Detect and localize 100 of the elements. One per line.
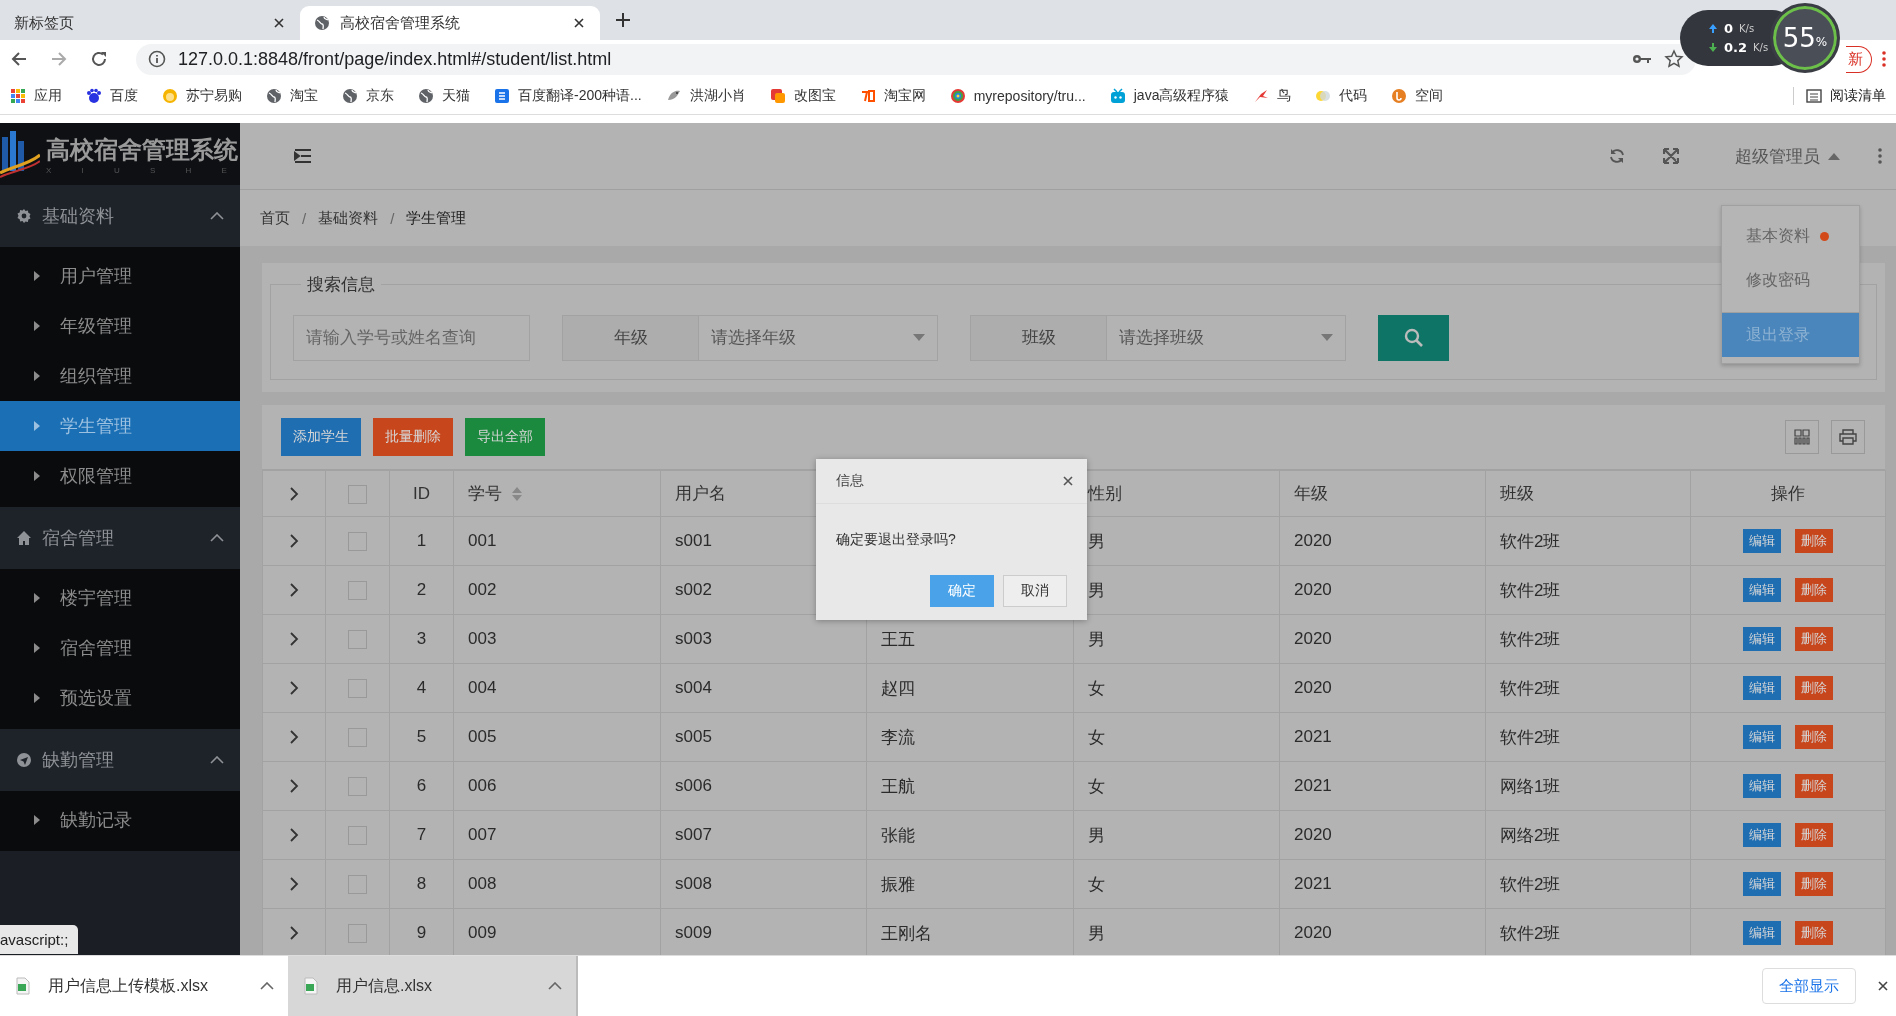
download-item[interactable]: 用户信息.xlsx xyxy=(288,956,578,1016)
delete-button[interactable]: 删除 xyxy=(1795,578,1833,602)
bookmark[interactable]: 淘宝 xyxy=(266,87,318,105)
address-bar[interactable]: 127.0.0.1:8848/front/page/index.html#/student/list.html xyxy=(136,43,1696,75)
edit-button[interactable]: 编辑 xyxy=(1743,578,1781,602)
column-header[interactable]: 学号 xyxy=(468,482,522,505)
chevron-right-icon[interactable] xyxy=(289,730,299,744)
download-item[interactable]: 用户信息上传模板.xlsx xyxy=(0,956,288,1016)
show-all-button[interactable]: 全部显示 xyxy=(1762,968,1856,1004)
dialog-button[interactable]: 取消 xyxy=(1003,575,1067,607)
edit-button[interactable]: 编辑 xyxy=(1743,921,1781,945)
filter-select[interactable]: 班级 请选择班级 xyxy=(970,314,1346,361)
close-icon[interactable] xyxy=(272,16,286,30)
delete-button[interactable]: 删除 xyxy=(1795,774,1833,798)
chevron-up-icon[interactable] xyxy=(548,982,562,990)
bookmark[interactable]: 鸟 xyxy=(1253,87,1292,105)
search-button[interactable] xyxy=(1378,314,1449,361)
bookmark[interactable]: 应用 xyxy=(10,87,62,105)
toolbar-button[interactable]: 添加学生 xyxy=(281,418,361,456)
checkbox[interactable] xyxy=(348,777,367,796)
fullscreen-icon[interactable] xyxy=(1663,148,1679,164)
back-icon[interactable] xyxy=(10,50,28,68)
chevron-up-icon[interactable] xyxy=(260,982,274,990)
dialog-button[interactable]: 确定 xyxy=(930,575,994,607)
menu-item[interactable]: 修改密码 xyxy=(1722,258,1859,302)
close-icon[interactable] xyxy=(572,16,586,30)
menu-icon[interactable] xyxy=(294,148,312,164)
checkbox[interactable] xyxy=(348,826,367,845)
breadcrumb-link[interactable]: 首页 xyxy=(260,208,290,228)
menu-item[interactable]: 组织管理 xyxy=(0,351,240,401)
toolbar-button[interactable]: 导出全部 xyxy=(465,418,545,456)
menu-item[interactable]: 基本资料 xyxy=(1722,214,1859,258)
user-menu-toggle[interactable]: 超级管理员 xyxy=(1735,144,1840,168)
checkbox[interactable] xyxy=(348,924,367,943)
search-field[interactable]: 请输入学号或姓名查询 xyxy=(293,314,530,361)
columns-button[interactable] xyxy=(1785,420,1819,454)
more-icon[interactable] xyxy=(1882,51,1886,67)
checkbox[interactable] xyxy=(348,679,367,698)
edit-button[interactable]: 编辑 xyxy=(1743,823,1781,847)
menu-item[interactable]: 宿舍管理 xyxy=(0,623,240,673)
delete-button[interactable]: 删除 xyxy=(1795,676,1833,700)
chevron-right-icon[interactable] xyxy=(289,828,299,842)
edit-button[interactable]: 编辑 xyxy=(1743,872,1781,896)
checkbox[interactable] xyxy=(348,581,367,600)
delete-button[interactable]: 删除 xyxy=(1795,921,1833,945)
edit-button[interactable]: 编辑 xyxy=(1743,529,1781,553)
delete-button[interactable]: 删除 xyxy=(1795,627,1833,651)
delete-button[interactable]: 删除 xyxy=(1795,529,1833,553)
chevron-right-icon[interactable] xyxy=(289,534,299,548)
bookmark[interactable]: 天猫 xyxy=(418,87,470,105)
chevron-right-icon[interactable] xyxy=(289,632,299,646)
checkbox[interactable] xyxy=(348,630,367,649)
edit-button[interactable]: 编辑 xyxy=(1743,627,1781,651)
edit-button[interactable]: 编辑 xyxy=(1743,676,1781,700)
edit-button[interactable]: 编辑 xyxy=(1743,725,1781,749)
browser-tab[interactable]: 高校宿舍管理系统 xyxy=(300,6,600,40)
bookmark[interactable]: 改图宝 xyxy=(769,87,836,105)
bookmark[interactable]: 京东 xyxy=(342,87,394,105)
new-tab-icon[interactable] xyxy=(614,11,632,29)
chevron-right-icon[interactable] xyxy=(289,926,299,940)
menu-group-header[interactable]: 基础资料 xyxy=(0,185,240,247)
menu-item[interactable]: 学生管理 xyxy=(0,401,240,451)
menu-item[interactable]: 预选设置 xyxy=(0,673,240,723)
more-icon[interactable] xyxy=(1878,148,1882,164)
menu-item[interactable]: 权限管理 xyxy=(0,451,240,501)
info-icon[interactable] xyxy=(148,50,166,68)
delete-button[interactable]: 删除 xyxy=(1795,725,1833,749)
checkbox[interactable] xyxy=(348,728,367,747)
chevron-right-icon[interactable] xyxy=(289,877,299,891)
delete-button[interactable]: 删除 xyxy=(1795,823,1833,847)
print-button[interactable] xyxy=(1831,420,1865,454)
close-icon[interactable] xyxy=(1876,979,1890,993)
checkbox[interactable] xyxy=(348,484,367,504)
menu-item[interactable]: 楼宇管理 xyxy=(0,573,240,623)
checkbox[interactable] xyxy=(348,875,367,894)
bookmark[interactable]: 空间 xyxy=(1391,87,1444,105)
edit-button[interactable]: 编辑 xyxy=(1743,774,1781,798)
bookmark[interactable]: 代码 xyxy=(1315,87,1368,105)
bookmark[interactable]: 洪湖小肖 xyxy=(665,87,746,105)
bookmark[interactable]: java高级程序猿 xyxy=(1109,87,1230,105)
star-icon[interactable] xyxy=(1664,49,1684,69)
chevron-right-icon[interactable] xyxy=(289,681,299,695)
reading-list[interactable]: 阅读清单 xyxy=(1793,87,1886,105)
reload-icon[interactable] xyxy=(90,50,108,68)
bookmark[interactable]: myrepository/tru... xyxy=(949,88,1086,104)
chevron-right-icon[interactable] xyxy=(289,486,299,501)
chevron-right-icon[interactable] xyxy=(289,779,299,793)
refresh-icon[interactable] xyxy=(1609,148,1625,164)
browser-tab[interactable]: 新标签页 xyxy=(0,6,300,40)
delete-button[interactable]: 删除 xyxy=(1795,872,1833,896)
menu-item[interactable]: 年级管理 xyxy=(0,301,240,351)
toolbar-button[interactable]: 批量删除 xyxy=(373,418,453,456)
menu-group-header[interactable]: 宿舍管理 xyxy=(0,507,240,569)
checkbox[interactable] xyxy=(348,532,367,551)
breadcrumb-link[interactable]: 学生管理 xyxy=(406,208,467,228)
key-icon[interactable] xyxy=(1632,52,1652,66)
close-icon[interactable] xyxy=(1061,474,1075,488)
bookmark[interactable]: 苏宁易购 xyxy=(162,87,242,105)
bookmark[interactable]: 淘宝网 xyxy=(859,87,926,105)
breadcrumb-link[interactable]: 基础资料 xyxy=(318,208,379,228)
